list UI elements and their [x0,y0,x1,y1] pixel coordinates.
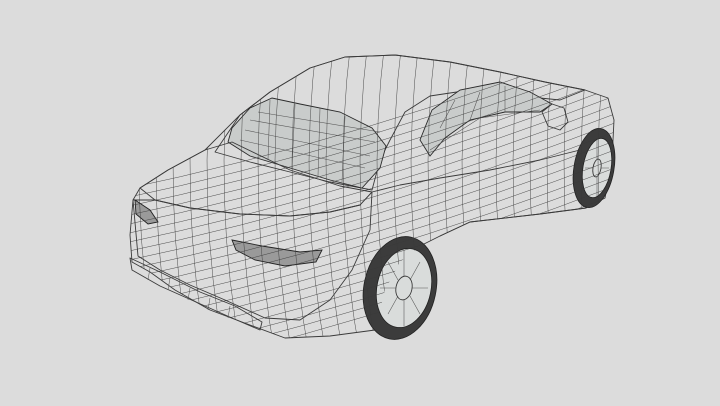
mesh-line-transverse [615,40,633,360]
mesh-line-transverse [172,55,192,338]
mesh-line-transverse [274,55,294,338]
mesh-line-transverse [155,55,175,338]
diffuser-fins [147,267,231,319]
side-window [419,81,553,157]
mesh-line-transverse [444,55,464,338]
mesh-line-transverse [325,55,345,338]
rear-wheel [362,236,438,340]
mesh-line-transverse [189,55,209,338]
render-viewport [0,0,720,406]
mesh-line-transverse [427,55,447,338]
mesh-line-transverse [546,55,566,338]
mesh-line-transverse [240,55,260,338]
car-wireframe-render [129,40,633,360]
rocker-line [439,207,587,237]
mesh-line-transverse [342,55,362,338]
